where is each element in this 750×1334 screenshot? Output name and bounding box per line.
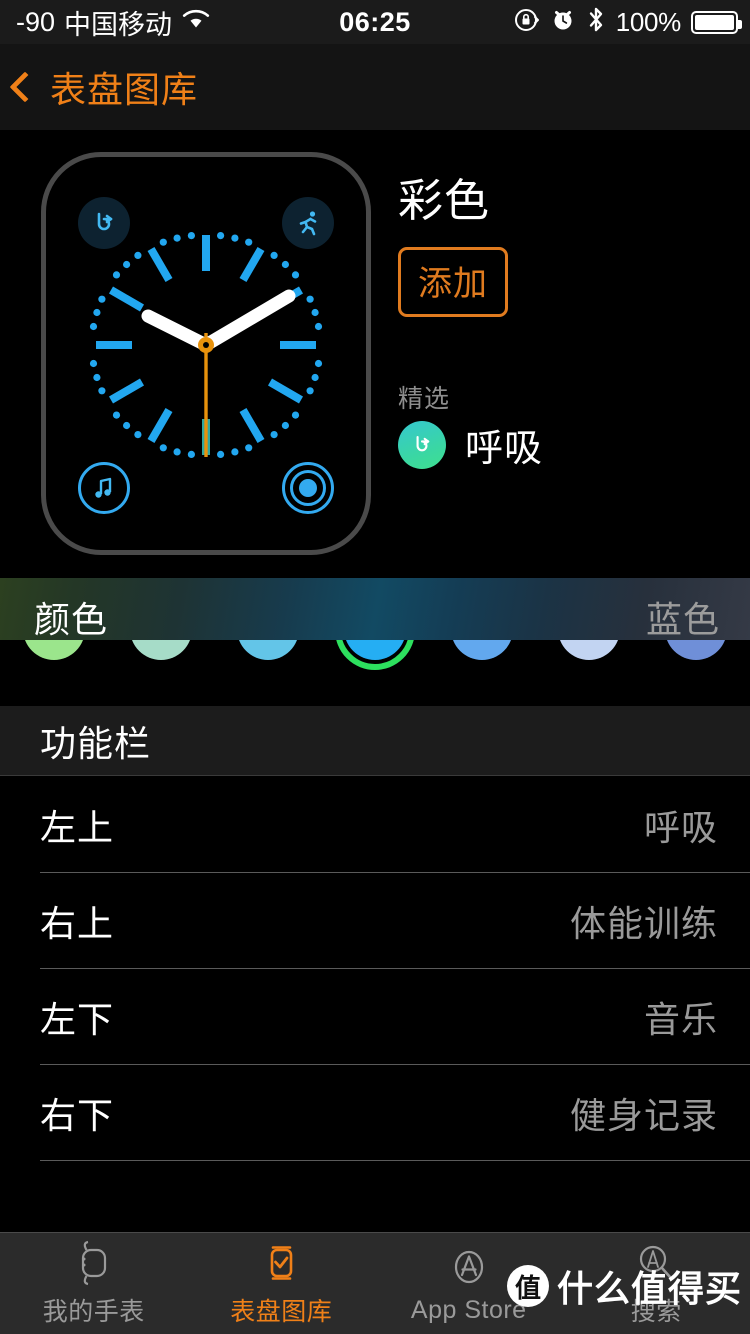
status-bar-right: 100% — [514, 6, 742, 38]
complication-value-label: 音乐 — [643, 999, 718, 1040]
complication-row[interactable]: 左下 音乐 — [0, 969, 750, 1065]
complication-bottom-left-music-note-icon[interactable] — [78, 462, 130, 514]
color-label: 颜色 — [34, 599, 109, 640]
featured-item-label: 呼吸 — [465, 428, 544, 470]
tab-label: 搜索 — [630, 1298, 682, 1326]
minute-hand — [199, 289, 296, 352]
tab-search[interactable]: 搜索 — [563, 1233, 750, 1334]
alarm-clock-icon — [550, 7, 576, 38]
status-bar: -90 中国移动 06:25 100% — [0, 0, 750, 44]
color-swatch-0[interactable] — [22, 640, 85, 660]
complication-list: 左上 呼吸右上 体能训练左下 音乐右下 健身记录 — [0, 777, 750, 1161]
featured-label: 精选 — [398, 385, 451, 413]
complication-section-header: 功能栏 — [0, 706, 750, 776]
color-value: 蓝色 — [645, 599, 720, 640]
complication-value-label: 体能训练 — [569, 903, 718, 944]
app-screen: -90 中国移动 06:25 100% 表盘图库 彩色 添加 精选 呼吸 颜色 … — [0, 0, 750, 1334]
tab-label: 我的手表 — [42, 1298, 145, 1326]
battery-icon — [691, 10, 742, 34]
tab-app-store[interactable]: App Store — [375, 1233, 563, 1334]
color-swatch-row[interactable] — [0, 640, 750, 698]
bluetooth-icon — [586, 6, 606, 38]
chevron-left-icon — [9, 71, 41, 103]
color-swatch-4[interactable] — [451, 640, 514, 660]
watch-face-preview-section: 彩色 添加 精选 呼吸 — [0, 130, 750, 578]
color-swatch-5[interactable] — [558, 640, 621, 660]
watch-icon — [74, 1239, 114, 1287]
watch-preview[interactable] — [41, 152, 371, 555]
add-button[interactable]: 添加 — [398, 247, 508, 317]
tab-label: App Store — [410, 1295, 527, 1324]
app-store-icon — [447, 1243, 491, 1291]
complication-bottom-right-activity-rings-icon[interactable] — [282, 462, 334, 514]
complication-value-label: 健身记录 — [569, 1095, 718, 1136]
page-title: 表盘图库 — [50, 69, 199, 110]
rotation-lock-icon — [514, 7, 540, 38]
tab-face-gallery[interactable]: 表盘图库 — [188, 1233, 376, 1334]
watch-face-colorful — [46, 157, 366, 550]
search-icon — [633, 1239, 679, 1287]
watch-face-name: 彩色 — [398, 175, 491, 226]
complication-value-label: 呼吸 — [643, 807, 718, 848]
complication-row[interactable]: 右下 健身记录 — [0, 1065, 750, 1161]
complication-row[interactable]: 右上 体能训练 — [0, 873, 750, 969]
complication-row[interactable]: 左上 呼吸 — [0, 777, 750, 873]
color-swatch-6[interactable] — [665, 640, 728, 660]
tab-label: 表盘图库 — [230, 1298, 333, 1326]
battery-percent-label: 100% — [615, 6, 682, 37]
complication-position-label: 右上 — [40, 903, 115, 944]
back-button[interactable]: 表盘图库 — [0, 61, 198, 113]
watch-face-check-icon — [261, 1239, 301, 1287]
hour-hand — [141, 309, 213, 352]
complication-position-label: 左下 — [40, 999, 115, 1040]
tab-bar: 我的手表 表盘图库 App Store 搜索 — [0, 1232, 750, 1334]
complication-top-left-breathe-icon[interactable] — [78, 197, 130, 249]
featured-item[interactable]: 呼吸 — [398, 417, 543, 472]
watch-face-info-panel: 彩色 添加 精选 呼吸 — [398, 164, 738, 470]
tab-my-watch[interactable]: 我的手表 — [0, 1233, 188, 1334]
complication-position-label: 左上 — [40, 807, 115, 848]
color-swatch-1[interactable] — [129, 640, 192, 660]
complication-section-title: 功能栏 — [40, 722, 152, 764]
breathe-icon — [398, 420, 446, 469]
complication-position-label: 右下 — [40, 1095, 115, 1136]
complication-top-right-workout-running-icon[interactable] — [282, 197, 334, 249]
color-swatch-2[interactable] — [236, 640, 299, 660]
nav-bar: 表盘图库 — [0, 44, 750, 130]
